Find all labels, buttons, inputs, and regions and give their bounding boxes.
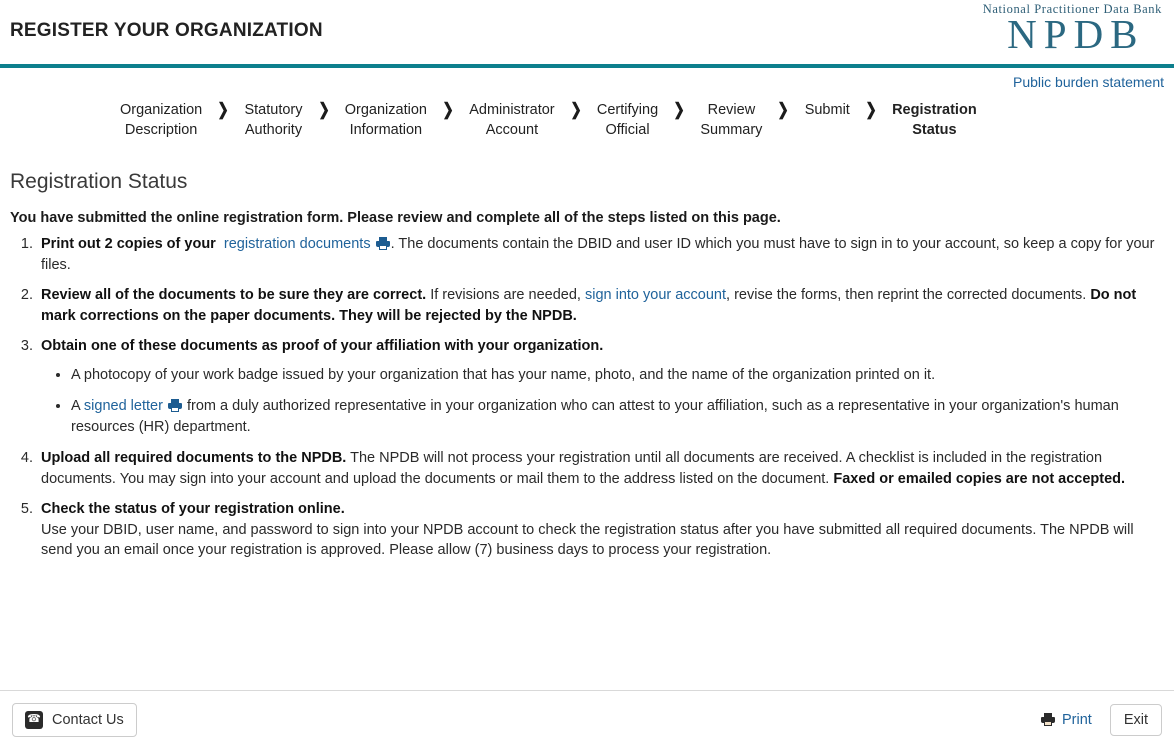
main-content: Registration Status You have submitted t…	[0, 170, 1174, 561]
item5-text: Use your DBID, user name, and password t…	[41, 521, 1134, 559]
proof-document-bullets: A photocopy of your work badge issued by…	[41, 365, 1164, 438]
item4-bold-lead: Upload all required documents to the NPD…	[41, 450, 347, 466]
chevron-right-icon: ❯	[217, 100, 230, 119]
bullet2-text-a: A	[71, 398, 84, 414]
item3-bold-lead: Obtain one of these documents as proof o…	[41, 338, 604, 354]
contact-us-label: Contact Us	[52, 711, 124, 728]
page-header: REGISTER YOUR ORGANIZATION National Prac…	[0, 0, 1174, 64]
lead-paragraph: You have submitted the online registrati…	[10, 210, 781, 226]
chevron-right-icon: ❯	[777, 100, 790, 119]
chevron-right-icon: ❯	[865, 100, 877, 119]
registration-step-breadcrumb: Organization Description ❯ Statutory Autho…	[0, 100, 1174, 140]
instruction-item-3: Obtain one of these documents as proof o…	[37, 336, 1164, 437]
npdb-logo-wordmark: NPDB	[1007, 11, 1145, 57]
sign-into-account-link[interactable]: sign into your account	[585, 287, 726, 303]
chevron-right-icon: ❯	[442, 100, 454, 119]
bullet1-text: A photocopy of your work badge issued by…	[71, 366, 936, 383]
item2-text-a: If revisions are needed,	[426, 287, 585, 303]
item2-text-b: , revise the forms, then reprint the cor…	[726, 287, 1091, 303]
npdb-logo: National Practitioner Data Bank NPDB	[983, 2, 1162, 54]
registration-documents-link[interactable]: registration documents	[224, 236, 371, 252]
footer-actions: Print Exit	[1040, 703, 1162, 736]
public-burden-statement-link[interactable]: Public burden statement	[1013, 74, 1164, 90]
exit-button[interactable]: Exit	[1109, 703, 1162, 736]
list-item: A photocopy of your work badge issued by…	[71, 365, 1164, 386]
list-item: A signed letter from a duly authorized r…	[71, 396, 1164, 437]
section-title: Registration Status	[10, 170, 188, 193]
public-burden-row: Public burden statement	[0, 68, 1174, 90]
instruction-item-5: Check the status of your registration on…	[37, 499, 1164, 561]
bullet2-text-b: from a duly authorized representative in…	[71, 398, 1119, 435]
item4-bold-b: Faxed or emailed copies are not accepted…	[833, 470, 1126, 487]
breadcrumb-step-5[interactable]: Certifying Official	[597, 100, 658, 140]
breadcrumb-step-2[interactable]: Statutory Authority	[244, 100, 302, 140]
contact-us-button[interactable]: ☎ Contact Us	[12, 702, 137, 737]
breadcrumb-step-6[interactable]: Review Summary	[700, 100, 762, 140]
page-title: REGISTER YOUR ORGANIZATION	[10, 20, 323, 41]
print-label: Print	[1062, 711, 1092, 728]
instruction-item-4: Upload all required documents to the NPD…	[37, 448, 1164, 489]
item5-bold-lead: Check the status of your registration on…	[41, 501, 345, 517]
phone-icon: ☎	[25, 710, 43, 729]
breadcrumb-step-8[interactable]: Registration Status	[892, 100, 977, 140]
chevron-right-icon: ❯	[317, 100, 330, 119]
page-footer: ☎ Contact Us Print Exit	[0, 690, 1174, 748]
item2-bold-lead: Review all of the documents to be sure t…	[41, 287, 427, 303]
printer-icon[interactable]	[167, 399, 182, 412]
breadcrumb-step-3[interactable]: Organization Information	[345, 100, 427, 140]
chevron-right-icon: ❯	[570, 100, 582, 119]
instruction-item-1: Print out 2 copies of your registration …	[37, 234, 1164, 275]
instruction-item-2: Review all of the documents to be sure t…	[37, 285, 1164, 326]
chevron-right-icon: ❯	[673, 100, 685, 119]
printer-icon[interactable]	[375, 237, 390, 250]
breadcrumb-step-7[interactable]: Submit	[805, 100, 850, 120]
instruction-list: Print out 2 copies of your registration …	[10, 234, 1164, 561]
signed-letter-link[interactable]: signed letter	[84, 398, 163, 414]
breadcrumb-step-4[interactable]: Administrator Account	[469, 100, 554, 140]
item1-bold-lead: Print out 2 copies of your	[41, 236, 216, 252]
breadcrumb-step-1[interactable]: Organization Description	[120, 100, 202, 140]
exit-label: Exit	[1123, 711, 1148, 728]
print-button[interactable]: Print	[1040, 712, 1092, 728]
printer-icon	[1041, 713, 1055, 726]
